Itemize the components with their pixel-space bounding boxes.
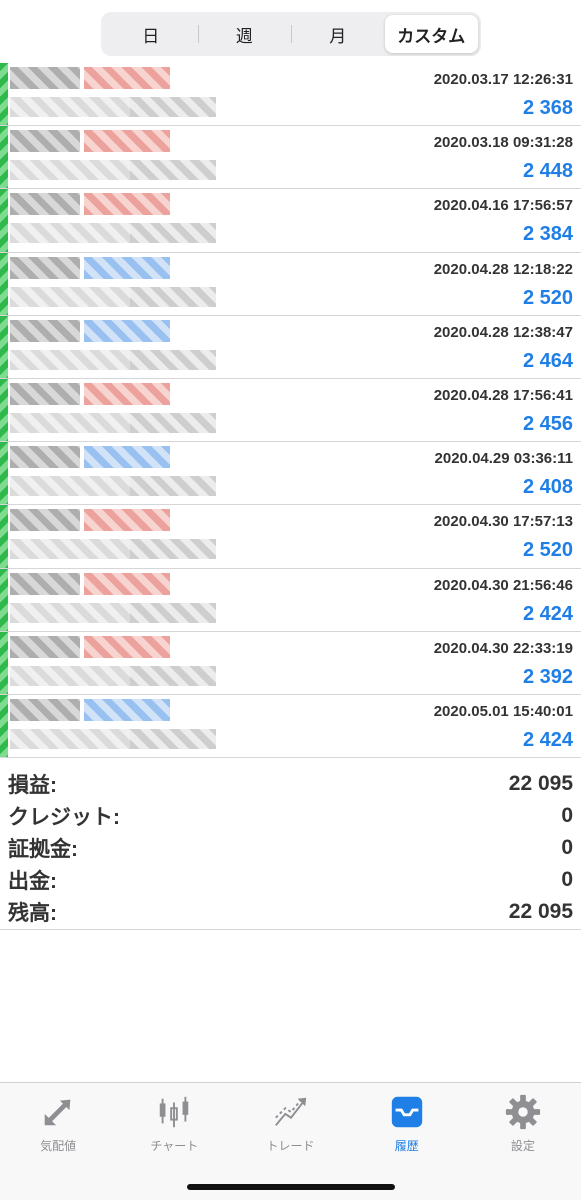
summary-label: 証拠金:: [8, 838, 78, 861]
redacted-deal-details: [10, 446, 226, 502]
deal-close-time: 2020.03.17 12:26:31: [433, 71, 573, 88]
deal-list: 2020.03.17 12:26:31 2 368 2020.03.18 09:31…: [0, 63, 581, 759]
deal-row[interactable]: 2020.04.28 17:56:41 2 456: [0, 378, 581, 443]
summary-value: 22 095: [508, 900, 573, 923]
redacted-deal-details: [10, 67, 226, 123]
tab-chart[interactable]: チャート: [116, 1083, 232, 1200]
deal-profit: 2 424: [522, 602, 573, 625]
deal-profit: 2 392: [522, 665, 573, 688]
summary-label: 残高:: [8, 902, 57, 925]
summary-label: クレジット:: [8, 806, 120, 829]
redacted-deal-details: [10, 572, 226, 629]
summary-row-profit: 損益: 22 095: [0, 768, 581, 800]
deal-type-stripe: [0, 694, 8, 758]
deal-row[interactable]: 2020.04.16 17:56:57 2 384: [0, 189, 581, 253]
candlestick-icon: [160, 1096, 189, 1128]
deal-close-time: 2020.05.01 15:40:01: [433, 702, 573, 720]
deal-close-time: 2020.04.29 03:36:11: [434, 450, 573, 468]
deal-profit: 2 408: [522, 476, 573, 499]
tab-trade-label: トレード: [266, 1139, 315, 1153]
summary-row-balance: 残高: 22 095: [0, 896, 581, 928]
period-segmented-control: 日 週 月 カスタム: [101, 12, 481, 56]
deal-profit: 2 448: [522, 160, 573, 183]
deal-row[interactable]: 2020.04.28 12:38:47 2 464: [0, 315, 581, 379]
tab-quotes[interactable]: 気配値: [0, 1083, 116, 1200]
summary-value: 0: [561, 836, 573, 859]
redacted-deal-details: [10, 256, 226, 313]
deal-profit: 2 520: [522, 286, 573, 309]
deal-close-time: 2020.03.18 09:31:28: [433, 134, 573, 152]
deal-profit: 2 424: [522, 728, 573, 751]
segment-custom[interactable]: カスタム: [384, 15, 478, 53]
quotes-arrows-icon: [44, 1099, 71, 1126]
history-screen: 日 週 月 カスタム 2020.03.17 12:26:31 2 368 2020.…: [0, 0, 581, 1200]
account-summary: 損益: 22 095 クレジット: 0 証拠金: 0 出金: 0 残高: 22 095: [0, 764, 581, 930]
summary-row-withdrawal: 出金: 0: [0, 864, 581, 896]
deal-row[interactable]: 2020.03.18 09:31:28 2 448: [0, 126, 581, 190]
deal-type-stripe: [0, 442, 8, 505]
deal-type-stripe: [0, 631, 8, 694]
redacted-deal-details: [10, 130, 226, 186]
summary-row-credit: クレジット: 0: [0, 800, 581, 832]
deal-row[interactable]: 2020.04.30 22:33:19 2 392: [0, 631, 581, 695]
redacted-deal-details: [10, 635, 226, 692]
deal-row[interactable]: 2020.05.01 15:40:01 2 424: [0, 694, 581, 759]
deal-close-time: 2020.04.28 12:38:47: [433, 323, 573, 341]
summary-label: 出金:: [8, 870, 57, 893]
tab-bar: 気配値 チャート トレード 履歴 設定: [0, 1082, 581, 1200]
deal-profit: 2 384: [522, 223, 573, 246]
tab-settings[interactable]: 設定: [465, 1083, 581, 1200]
segment-day[interactable]: 日: [104, 15, 198, 53]
deal-row[interactable]: 2020.04.29 03:36:11 2 408: [0, 442, 581, 506]
deal-type-stripe: [0, 189, 8, 252]
deal-type-stripe: [0, 505, 8, 568]
home-indicator[interactable]: [187, 1184, 395, 1190]
deal-profit: 2 464: [522, 349, 573, 372]
tab-trade[interactable]: トレード: [232, 1083, 348, 1200]
deal-type-stripe: [0, 63, 8, 126]
deal-close-time: 2020.04.30 21:56:46: [433, 576, 573, 594]
deal-close-time: 2020.04.30 22:33:19: [433, 639, 573, 657]
deal-type-stripe: [0, 378, 8, 442]
inbox-tray-icon: [391, 1096, 422, 1128]
deal-close-time: 2020.04.16 17:56:57: [433, 197, 573, 215]
redacted-deal-details: [10, 319, 226, 376]
deal-type-stripe: [0, 252, 8, 315]
tab-history-label: 履歴: [394, 1139, 419, 1153]
segment-week[interactable]: 週: [197, 15, 292, 53]
segment-month[interactable]: 月: [291, 15, 385, 53]
deal-type-stripe: [0, 315, 8, 378]
redacted-deal-details: [10, 382, 226, 439]
deal-row[interactable]: 2020.04.30 17:57:13 2 520: [0, 505, 581, 569]
tab-history[interactable]: 履歴: [349, 1083, 465, 1200]
redacted-deal-details: [10, 698, 226, 755]
deal-type-stripe: [0, 126, 8, 189]
deal-close-time: 2020.04.28 12:18:22: [433, 260, 573, 278]
trend-lines-icon: [274, 1097, 306, 1126]
summary-label: 損益:: [8, 774, 57, 797]
deal-profit: 2 520: [522, 539, 573, 562]
gear-icon: [505, 1094, 541, 1130]
deal-close-time: 2020.04.28 17:56:41: [433, 386, 573, 404]
summary-value: 0: [561, 804, 573, 827]
tab-chart-label: チャート: [150, 1139, 199, 1153]
deal-type-stripe: [0, 568, 8, 631]
redacted-deal-details: [10, 193, 226, 249]
tab-quotes-label: 気配値: [40, 1139, 77, 1153]
deal-profit: 2 456: [522, 412, 573, 435]
deal-row[interactable]: 2020.04.28 12:18:22 2 520: [0, 252, 581, 316]
deal-row[interactable]: 2020.03.17 12:26:31 2 368: [0, 63, 581, 127]
deal-row[interactable]: 2020.04.30 21:56:46 2 424: [0, 568, 581, 632]
deal-profit: 2 368: [522, 97, 573, 119]
summary-row-margin: 証拠金: 0: [0, 832, 581, 864]
summary-value: 0: [561, 868, 573, 891]
tab-settings-label: 設定: [510, 1139, 535, 1153]
summary-value: 22 095: [508, 772, 573, 795]
deal-close-time: 2020.04.30 17:57:13: [433, 513, 573, 531]
redacted-deal-details: [10, 509, 226, 565]
